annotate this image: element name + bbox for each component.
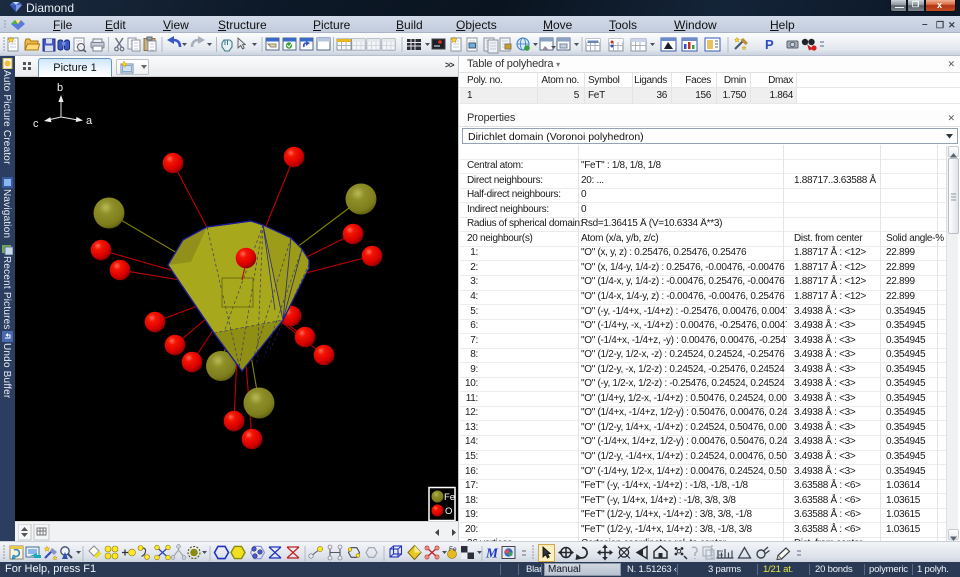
svg-text:b: b: [57, 82, 63, 94]
svg-text:Fe: Fe: [444, 492, 455, 503]
svg-text:c: c: [33, 118, 39, 130]
svg-text:P: P: [765, 37, 774, 52]
svg-text:Fe: Fe: [449, 546, 457, 553]
svg-text:a: a: [86, 115, 93, 127]
svg-text:O: O: [445, 506, 452, 517]
svg-text:M: M: [485, 546, 499, 561]
